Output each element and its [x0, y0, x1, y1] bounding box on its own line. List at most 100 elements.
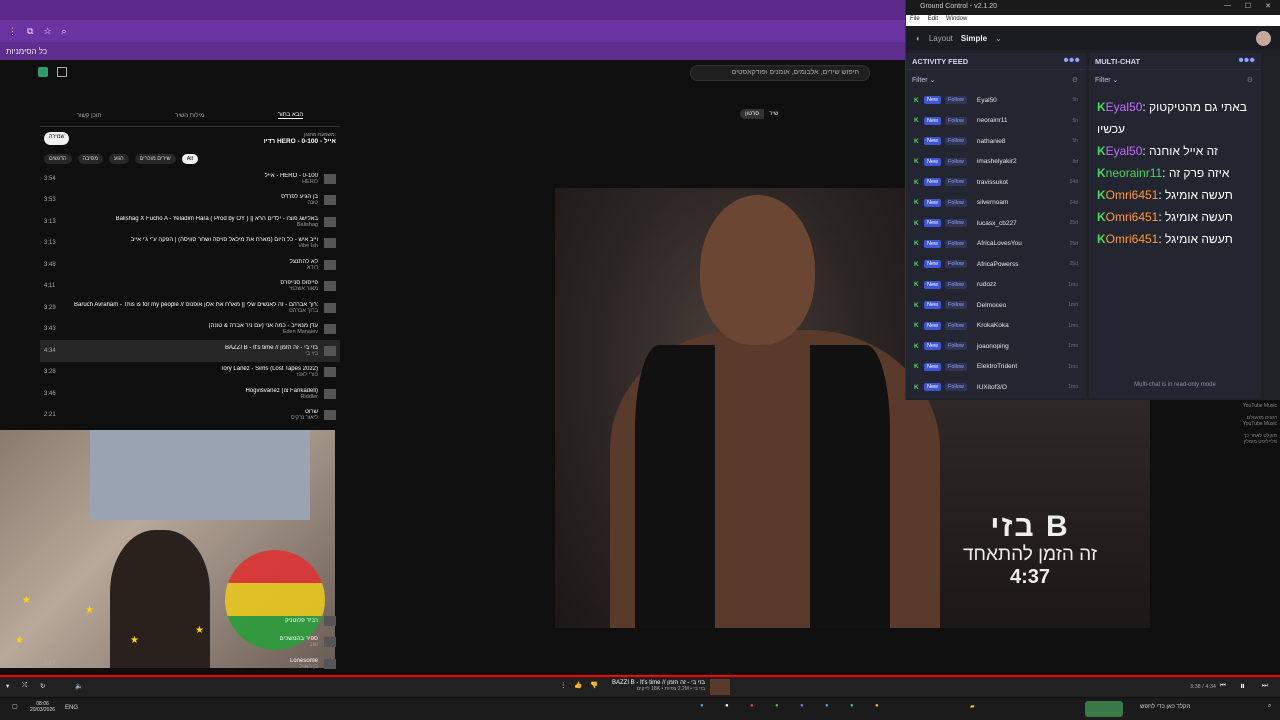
queue-item[interactable]: 4:11 פייסוס סנייפרס מאור אשכנזי: [40, 276, 340, 298]
queue-item[interactable]: 3:53 בן הגיע לפרדס טונה: [40, 190, 340, 212]
chat-username[interactable]: Eyal50: [1106, 144, 1143, 158]
extensions-icon[interactable]: ⧉: [27, 26, 33, 37]
search-input[interactable]: חיפוש שירים, אלבומים, אומנים ופודקאסטים: [690, 65, 870, 81]
queue-item[interactable]: 3:46 Hogvisvanez (צו Fankadeli) Riddler: [40, 383, 340, 405]
activity-item[interactable]: K New Follow travissukot 24d: [906, 172, 1086, 193]
queue-item[interactable]: 3:28 Tory Lanez - Sims (Lost Tapes 2022) ט…: [40, 362, 340, 384]
activity-item[interactable]: K New Follow AfricaPowerss 25d: [906, 254, 1086, 275]
queue-item[interactable]: 3:29 Baruch Avraham - This is for my peop…: [40, 297, 340, 319]
app-icon[interactable]: ●: [825, 703, 829, 709]
search-icon[interactable]: ⌕: [62, 26, 67, 37]
activity-item[interactable]: K New Follow lucasx_cb227 25d: [906, 213, 1086, 234]
activity-item[interactable]: K New Follow IUXitof3/O 1mo: [906, 377, 1086, 398]
activity-item[interactable]: K New Follow ElektroTrident 1mo: [906, 357, 1086, 378]
activity-time: 1mo: [1068, 281, 1078, 288]
bookmark-star-icon[interactable]: ☆: [43, 26, 51, 37]
activity-item[interactable]: K New Follow AfricaLovesYou 25d: [906, 234, 1086, 255]
queue-item-thumbnail: [324, 281, 336, 292]
tab-lyrics[interactable]: מילות השיר: [175, 113, 204, 119]
cast-icon[interactable]: [38, 67, 48, 77]
screen-icon[interactable]: [57, 67, 67, 77]
song-toggle[interactable]: שיר: [764, 109, 784, 119]
layout-selector[interactable]: ◐ Layout Simple ⌄: [906, 26, 1280, 50]
active-app-icon[interactable]: [1085, 701, 1123, 717]
avatar[interactable]: [1256, 31, 1271, 46]
close-icon[interactable]: ✕: [1265, 2, 1271, 10]
activity-item[interactable]: K New Follow rudozz 1mo: [906, 275, 1086, 296]
queue-item[interactable]: 3:54 אייל - HERO - 0-100 HERO: [40, 168, 340, 190]
search-icon[interactable]: ⌕: [1268, 703, 1271, 710]
chip-calm[interactable]: רגוע: [109, 154, 129, 164]
gear-icon[interactable]: ⚙: [1072, 76, 1078, 84]
chrome-icon[interactable]: ●: [775, 703, 779, 709]
chip-familiar[interactable]: שירים מוכרים: [134, 154, 176, 164]
activity-item[interactable]: K New Follow KrokaKoka 1mo: [906, 316, 1086, 337]
app-icon[interactable]: ●: [750, 703, 754, 709]
more-icon[interactable]: ⋮: [560, 681, 567, 689]
now-playing-thumbnail[interactable]: [710, 679, 730, 695]
app-icon[interactable]: ●: [700, 703, 704, 709]
chat-username[interactable]: neorainr11: [1106, 166, 1162, 180]
chat-username[interactable]: Omri6451: [1106, 188, 1159, 202]
chat-username[interactable]: Omri6451: [1106, 232, 1159, 246]
chip-highlights[interactable]: הדגשים: [44, 154, 72, 164]
queue-item[interactable]: 2:21 שרוט ליאור נרקיס: [40, 405, 340, 427]
queue-item[interactable]: 3:17 Lonesome בן האויל: [40, 653, 340, 675]
activity-item[interactable]: K New Follow imashelyakir2 8d: [906, 152, 1086, 173]
menu-window[interactable]: Window: [946, 16, 967, 25]
like-icon[interactable]: 👍: [574, 681, 582, 689]
clock[interactable]: 08:06 20/03/2026: [30, 701, 55, 713]
video-toggle[interactable]: סרטון: [740, 109, 765, 119]
tab-up-next[interactable]: הבא בתור: [277, 112, 304, 119]
activity-item[interactable]: K New Follow silvernoam 24d: [906, 193, 1086, 214]
activity-item[interactable]: K New Follow Delmoceo 1mo: [906, 295, 1086, 316]
queue-item[interactable]: 3:48 לא להתנצל דודא: [40, 254, 340, 276]
menu-icon[interactable]: ⋮: [8, 26, 17, 37]
chevron-down-icon[interactable]: ▾: [6, 682, 9, 690]
activity-filter[interactable]: Filter ⌄ ⚙: [906, 70, 1086, 90]
activity-item[interactable]: K New Follow neorainr11 5h: [906, 111, 1086, 132]
more-icon[interactable]: •••: [1063, 52, 1080, 70]
taskbar-search-input[interactable]: הקלד כאן כדי לחפש: [1140, 704, 1190, 710]
queue-item[interactable]: 3:13 וייב איש - כל היום (מארח את מיכאל סו…: [40, 233, 340, 255]
save-button[interactable]: שמירה: [44, 132, 70, 145]
dislike-icon[interactable]: 👎: [590, 681, 598, 689]
app-icon[interactable]: ●: [850, 703, 854, 709]
shuffle-icon[interactable]: ⤮: [22, 682, 27, 690]
all-bookmarks-link[interactable]: כל הסימניות: [6, 47, 47, 56]
chat-username[interactable]: Omri6451: [1106, 210, 1159, 224]
language-indicator[interactable]: ENG: [65, 705, 78, 711]
song-video-toggle[interactable]: סרטון שיר: [740, 109, 784, 119]
layout-value[interactable]: Simple: [961, 34, 987, 43]
maximize-icon[interactable]: ☐: [1245, 2, 1251, 10]
tab-related[interactable]: תוכן קשור: [77, 113, 102, 119]
queue-item[interactable]: 4:34 BAZZI B - It's time // בזי בי - זה ה…: [40, 340, 340, 362]
next-icon[interactable]: ⏭: [1262, 682, 1268, 690]
discord-icon[interactable]: ●: [800, 703, 804, 709]
queue-item[interactable]: 4:19 רביד פלוטניק: [40, 610, 340, 632]
app-icon[interactable]: ●: [875, 703, 879, 709]
chat-username[interactable]: Eyal50: [1106, 100, 1143, 114]
queue-item[interactable]: 4:52 ספיר בהמשכים שוב: [40, 632, 340, 654]
activity-item[interactable]: K New Follow joaonoping 1mo: [906, 336, 1086, 357]
notification-icon[interactable]: ▢: [12, 703, 18, 710]
menu-file[interactable]: File: [910, 16, 920, 25]
gear-icon[interactable]: ⚙: [1247, 76, 1253, 84]
repeat-icon[interactable]: ↻: [40, 682, 45, 690]
folder-icon[interactable]: ▰: [970, 703, 975, 710]
queue-item[interactable]: 3:13 Balishag X Fucho A - Yeladim Hara ( …: [40, 211, 340, 233]
chip-all[interactable]: All: [181, 154, 198, 164]
pause-icon[interactable]: ⏸: [1240, 681, 1245, 692]
more-icon[interactable]: •••: [1238, 52, 1255, 70]
previous-icon[interactable]: ⏮: [1220, 682, 1226, 690]
queue-item[interactable]: 3:43 עדן מנאייב - כמה אני (עם ניר אברה & …: [40, 319, 340, 341]
activity-item[interactable]: K New Follow Eyal50 5h: [906, 90, 1086, 111]
volume-icon[interactable]: 🔈: [75, 682, 83, 690]
app-icon[interactable]: ●: [725, 703, 729, 709]
chip-party[interactable]: מסיבה: [77, 154, 104, 164]
minimize-icon[interactable]: —: [1224, 2, 1231, 9]
menu-edit[interactable]: Edit: [928, 16, 938, 25]
webcam-background: [90, 430, 310, 520]
chat-filter[interactable]: Filter ⌄ ⚙: [1089, 70, 1261, 90]
activity-item[interactable]: K New Follow nathanie8 5h: [906, 131, 1086, 152]
